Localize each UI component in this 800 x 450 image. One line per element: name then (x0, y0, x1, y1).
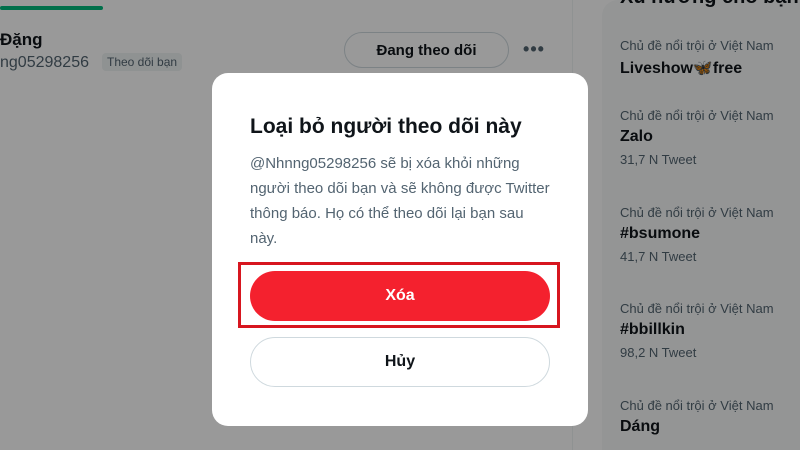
dialog-title: Loại bỏ người theo dõi này (250, 115, 522, 138)
remove-confirm-button[interactable]: Xóa (250, 271, 550, 321)
dialog-message: @Nhnng05298256 sẽ bị xóa khỏi những ngườ… (250, 155, 550, 247)
cancel-button[interactable]: Hủy (250, 337, 550, 387)
remove-follower-dialog: Loại bỏ người theo dõi này @Nhnng0529825… (212, 73, 588, 426)
